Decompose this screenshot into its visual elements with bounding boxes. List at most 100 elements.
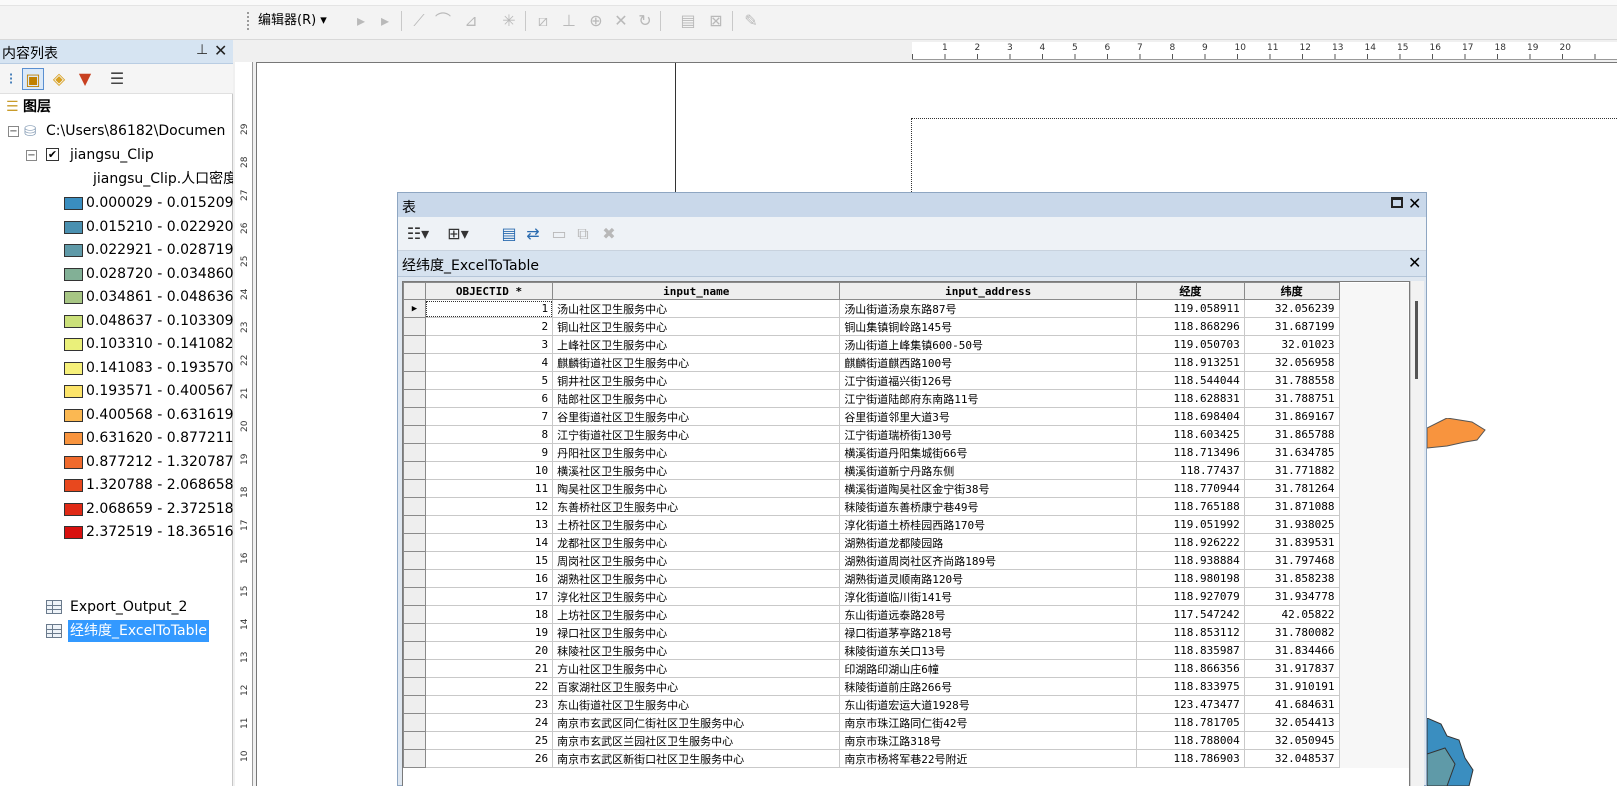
table-row[interactable]: 11 陶吴社区卫生服务中心 横溪街道陶吴社区金宁街38号 118.770944 31.7… <box>403 479 1409 498</box>
cell-input-address[interactable]: 江宁街道瑞桥街130号 <box>839 425 1138 444</box>
legend-class[interactable]: 0.631620 - 0.877211 <box>64 427 233 449</box>
cell-latitude[interactable]: 31.780082 <box>1243 623 1340 642</box>
cell-input-address[interactable]: 淳化街道土桥桂园西路170号 <box>839 515 1138 534</box>
related-tables-icon[interactable]: ⊞▾ <box>444 224 472 244</box>
legend-swatch[interactable] <box>64 432 83 445</box>
cell-latitude[interactable]: 32.048537 <box>1243 749 1340 768</box>
cell-longitude[interactable]: 117.547242 <box>1136 605 1245 624</box>
legend-class[interactable]: 2.372519 - 18.365160 <box>64 521 233 543</box>
cell-input-name[interactable]: 百家湖社区卫生服务中心 <box>552 677 841 696</box>
cell-input-name[interactable]: 方山社区卫生服务中心 <box>552 659 841 678</box>
cell-input-address[interactable]: 秣陵街道东关口13号 <box>839 641 1138 660</box>
cell-longitude[interactable]: 118.786903 <box>1136 749 1245 768</box>
straight-segment-icon[interactable]: ⟋ <box>408 11 430 31</box>
cell-objectid[interactable]: 20 <box>424 641 554 660</box>
legend-swatch[interactable] <box>64 244 83 257</box>
row-selector[interactable] <box>403 659 426 678</box>
cell-latitude[interactable]: 31.869167 <box>1243 407 1340 426</box>
cell-input-address[interactable]: 禄口街道茅亭路218号 <box>839 623 1138 642</box>
cell-objectid[interactable]: 23 <box>424 695 554 714</box>
row-selector[interactable] <box>403 731 426 750</box>
cell-latitude[interactable]: 31.634785 <box>1243 443 1340 462</box>
table-row[interactable]: 24 南京市玄武区同仁街社区卫生服务中心 南京市珠江路同仁街42号 118.78170… <box>403 713 1409 732</box>
cell-objectid[interactable]: 15 <box>424 551 554 570</box>
cell-input-name[interactable]: 陆郎社区卫生服务中心 <box>552 389 841 408</box>
table-row[interactable]: 4 麒麟街道社区卫生服务中心 麒麟街道麒西路100号 118.913251 32.056… <box>403 353 1409 372</box>
maximize-icon[interactable] <box>1391 197 1403 208</box>
table-row[interactable]: 26 南京市玄武区新街口社区卫生服务中心 南京市杨将军巷22号附近 118.78690… <box>403 749 1409 768</box>
cell-input-address[interactable]: 江宁街道陆郎府东南路11号 <box>839 389 1138 408</box>
cell-input-name[interactable]: 铜山社区卫生服务中心 <box>552 317 841 336</box>
cell-longitude[interactable]: 119.051992 <box>1136 515 1245 534</box>
cell-latitude[interactable]: 31.934778 <box>1243 587 1340 606</box>
legend-class[interactable]: 0.015210 - 0.022920 <box>64 216 233 238</box>
clear-selection-icon[interactable]: ▭ <box>548 224 570 244</box>
legend-swatch[interactable] <box>64 267 83 281</box>
table-row[interactable]: 18 上坊社区卫生服务中心 东山街道远泰路28号 117.547242 42.05822 <box>403 605 1409 624</box>
cell-longitude[interactable]: 118.853112 <box>1136 623 1245 642</box>
cell-input-name[interactable]: 谷里街道社区卫生服务中心 <box>552 407 841 426</box>
list-by-source-icon[interactable]: ▣ <box>22 68 44 90</box>
cell-longitude[interactable]: 118.868296 <box>1136 317 1245 336</box>
sketch-properties-icon[interactable]: ⊠ <box>705 11 727 31</box>
point-icon[interactable]: ✳ <box>498 11 520 31</box>
cell-input-address[interactable]: 东山街道远泰路28号 <box>839 605 1138 624</box>
legend-class[interactable]: 0.000029 - 0.015209 <box>64 192 233 214</box>
trace-icon[interactable]: ⊿ <box>460 11 482 31</box>
cell-longitude[interactable]: 118.938884 <box>1136 551 1245 570</box>
table-row[interactable]: 12 东善桥社区卫生服务中心 秣陵街道东善桥康宁巷49号 118.765188 31.8… <box>403 497 1409 516</box>
row-selector[interactable] <box>403 335 426 354</box>
column-header-latitude[interactable]: 纬度 <box>1243 282 1340 300</box>
row-selector[interactable] <box>403 605 426 624</box>
cell-input-name[interactable]: 南京市玄武区同仁街社区卫生服务中心 <box>552 713 841 732</box>
cell-latitude[interactable]: 31.938025 <box>1243 515 1340 534</box>
cell-latitude[interactable]: 32.056958 <box>1243 353 1340 372</box>
table-row[interactable]: ▶ 1 汤山社区卫生服务中心 汤山街道汤泉东路87号 119.058911 32.0562… <box>403 299 1409 318</box>
column-header-input-name[interactable]: input_name <box>552 282 841 300</box>
cell-input-name[interactable]: 铜井社区卫生服务中心 <box>552 371 841 390</box>
cell-objectid[interactable]: 13 <box>424 515 554 534</box>
legend-swatch[interactable] <box>64 291 83 304</box>
legend-class[interactable]: 1.320788 - 2.068658 <box>64 474 233 496</box>
table-window-titlebar[interactable]: 表 ✕ <box>398 193 1426 217</box>
cell-longitude[interactable]: 118.980198 <box>1136 569 1245 588</box>
list-by-visibility-icon[interactable]: ◈ <box>48 68 70 90</box>
row-selector[interactable] <box>403 713 426 732</box>
table-row[interactable]: 5 铜井社区卫生服务中心 江宁街道福兴街126号 118.544044 31.78855… <box>403 371 1409 390</box>
row-selector[interactable] <box>403 551 426 570</box>
attributes-icon[interactable]: ▤ <box>677 11 699 31</box>
cell-latitude[interactable]: 31.687199 <box>1243 317 1340 336</box>
cell-input-address[interactable]: 谷里街道邻里大道3号 <box>839 407 1138 426</box>
cell-input-address[interactable]: 铜山集镇铜岭路145号 <box>839 317 1138 336</box>
table-options-icon[interactable]: ☷▾ <box>404 224 432 244</box>
cell-input-address[interactable]: 湖熟街道周岗社区齐尚路189号 <box>839 551 1138 570</box>
cell-longitude[interactable]: 118.713496 <box>1136 443 1245 462</box>
cell-objectid[interactable]: 24 <box>424 713 554 732</box>
row-selector[interactable] <box>403 623 426 642</box>
legend-swatch[interactable] <box>64 338 83 351</box>
split-icon[interactable]: ⧄ <box>532 11 554 31</box>
cell-input-name[interactable]: 南京市玄武区新街口社区卫生服务中心 <box>552 749 841 768</box>
close-icon[interactable]: ✕ <box>1408 194 1421 213</box>
list-by-drawing-order-icon[interactable]: ⁝ <box>0 68 22 90</box>
cell-input-name[interactable]: 土桥社区卫生服务中心 <box>552 515 841 534</box>
table-row[interactable]: 22 百家湖社区卫生服务中心 秣陵街道前庄路266号 118.833975 31.910… <box>403 677 1409 696</box>
cell-input-name[interactable]: 丹阳社区卫生服务中心 <box>552 443 841 462</box>
cell-input-name[interactable]: 禄口社区卫生服务中心 <box>552 623 841 642</box>
cell-longitude[interactable]: 118.770944 <box>1136 479 1245 498</box>
cell-input-address[interactable]: 东山街道宏运大道1928号 <box>839 695 1138 714</box>
collapse-icon[interactable]: − <box>26 150 37 161</box>
legend-class[interactable]: 0.103310 - 0.141082 <box>64 333 233 355</box>
cell-input-name[interactable]: 江宁街道社区卫生服务中心 <box>552 425 841 444</box>
cell-input-address[interactable]: 印湖路印湖山庄6幢 <box>839 659 1138 678</box>
cell-input-name[interactable]: 南京市玄武区兰园社区卫生服务中心 <box>552 731 841 750</box>
cell-input-address[interactable]: 汤山街道上峰集镇600-50号 <box>839 335 1138 354</box>
legend-class[interactable]: 0.022921 - 0.028719 <box>64 239 233 261</box>
cell-input-name[interactable]: 上坊社区卫生服务中心 <box>552 605 841 624</box>
table-row[interactable]: 13 土桥社区卫生服务中心 淳化街道土桥桂园西路170号 119.051992 31.9… <box>403 515 1409 534</box>
cell-input-name[interactable]: 汤山社区卫生服务中心 <box>552 299 841 318</box>
collapse-icon[interactable]: − <box>8 126 19 137</box>
cell-input-name[interactable]: 秣陵社区卫生服务中心 <box>552 641 841 660</box>
cell-longitude[interactable]: 119.050703 <box>1136 335 1245 354</box>
row-selector[interactable] <box>403 407 426 426</box>
